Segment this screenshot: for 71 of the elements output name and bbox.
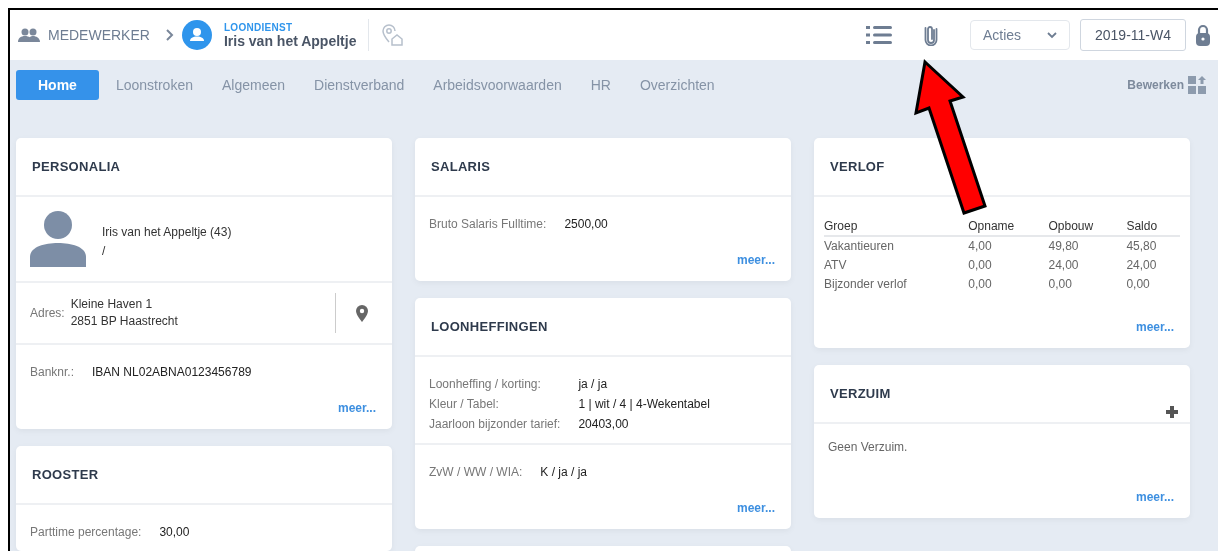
- avatar-icon: [181, 20, 212, 50]
- table-cell-text: 0,00: [1126, 276, 1151, 293]
- map-pin-icon[interactable]: [356, 304, 368, 322]
- column-header: Saldo: [1126, 219, 1180, 236]
- field-value: ja / ja: [578, 377, 609, 391]
- more-link[interactable]: meer...: [736, 253, 775, 267]
- field-label: Bruto Salaris Fulltime:: [429, 217, 547, 231]
- nav-tab[interactable]: Algemeen: [209, 70, 297, 100]
- table-cell: Vakantieuren: [824, 236, 969, 256]
- field-label: ZvW / WW / WIA:: [429, 465, 523, 479]
- column-header: Opbouw: [1048, 219, 1127, 236]
- nav-tab[interactable]: Arbeidsvoorwaarden: [421, 70, 574, 100]
- field-label: Parttime percentage:: [30, 525, 142, 539]
- employee-name: Iris van het Appeltje: [223, 32, 357, 49]
- table-cell-text: 24,00: [1048, 257, 1080, 274]
- table-cell-text: 24,00: [1126, 257, 1158, 274]
- nav-tab[interactable]: Home: [16, 70, 99, 100]
- field-value: 2500,00: [564, 217, 609, 231]
- field-value: 20403,00: [578, 417, 630, 431]
- field-value: 30,00: [159, 525, 191, 539]
- layout-icon: [1188, 76, 1206, 94]
- list-icon[interactable]: [866, 25, 892, 45]
- people-icon: [18, 28, 40, 42]
- table-cell: 49,80: [1048, 236, 1127, 256]
- nav-tab[interactable]: Dienstverband: [302, 70, 417, 100]
- card-title: VERLOF: [830, 159, 885, 174]
- more-link[interactable]: meer...: [337, 401, 376, 415]
- more-link[interactable]: meer...: [736, 501, 775, 515]
- address-line: Kleine Haven 1: [70, 296, 154, 313]
- card-title: PERSONALIA: [32, 159, 121, 174]
- field-value: K / ja / ja: [540, 465, 588, 479]
- card-title: VERZUIM: [830, 386, 891, 401]
- column-header: Opname: [968, 219, 1049, 236]
- paperclip-icon[interactable]: [924, 24, 938, 46]
- more-link[interactable]: meer...: [1135, 490, 1174, 504]
- nav-tab[interactable]: Overzichten: [627, 70, 727, 100]
- message-text: Geen Verzuim.: [828, 439, 909, 456]
- address-line: 2851 BP Haastrecht: [70, 313, 179, 330]
- field-value: 1 | wit / 4 | 4-Wekentabel: [578, 397, 711, 411]
- field-value: IBAN NL02ABNA0123456789: [92, 365, 253, 379]
- table-cell: 4,00: [968, 236, 1049, 256]
- card-title: ROOSTER: [32, 467, 99, 482]
- chevron-right-icon: [165, 29, 174, 41]
- plus-icon[interactable]: [1166, 406, 1178, 418]
- table-cell: ATV: [824, 256, 969, 275]
- field-label: Kleur / Tabel:: [429, 397, 500, 411]
- field-label: Adres:: [30, 306, 65, 320]
- field-label: Banknr.:: [30, 365, 75, 379]
- person-text: /: [102, 243, 107, 260]
- actions-dropdown[interactable]: Acties: [970, 20, 1070, 50]
- lock-icon[interactable]: [1196, 24, 1210, 46]
- table-cell: Bijzonder verlof: [824, 275, 969, 294]
- person-text: Iris van het Appeltje (43): [102, 224, 232, 241]
- field-label: Loonheffing / korting:: [429, 377, 542, 391]
- person-icon: [30, 211, 86, 267]
- nav-tab[interactable]: Loonstroken: [103, 70, 205, 100]
- card-title: SALARIS: [431, 159, 491, 174]
- more-link[interactable]: meer...: [1135, 320, 1174, 334]
- chevron-down-icon: [1047, 31, 1057, 39]
- breadcrumb-link[interactable]: MEDEWERKER: [48, 27, 150, 43]
- table-cell-text: 0,00: [968, 276, 993, 293]
- context-label: LOONDIENST: [223, 21, 294, 33]
- table-cell-text: 0,00: [968, 257, 993, 274]
- column-header: Groep: [824, 219, 969, 236]
- nav-tab[interactable]: HR: [578, 70, 623, 100]
- edit-button[interactable]: Bewerken: [1127, 76, 1206, 94]
- field-label: Jaarloon bijzonder tarief:: [429, 417, 561, 431]
- period-field[interactable]: 2019-11-W4: [1080, 19, 1186, 51]
- card-title: LOONHEFFINGEN: [431, 319, 548, 334]
- table-cell: 45,80: [1126, 236, 1180, 256]
- table-cell-text: 0,00: [1048, 276, 1073, 293]
